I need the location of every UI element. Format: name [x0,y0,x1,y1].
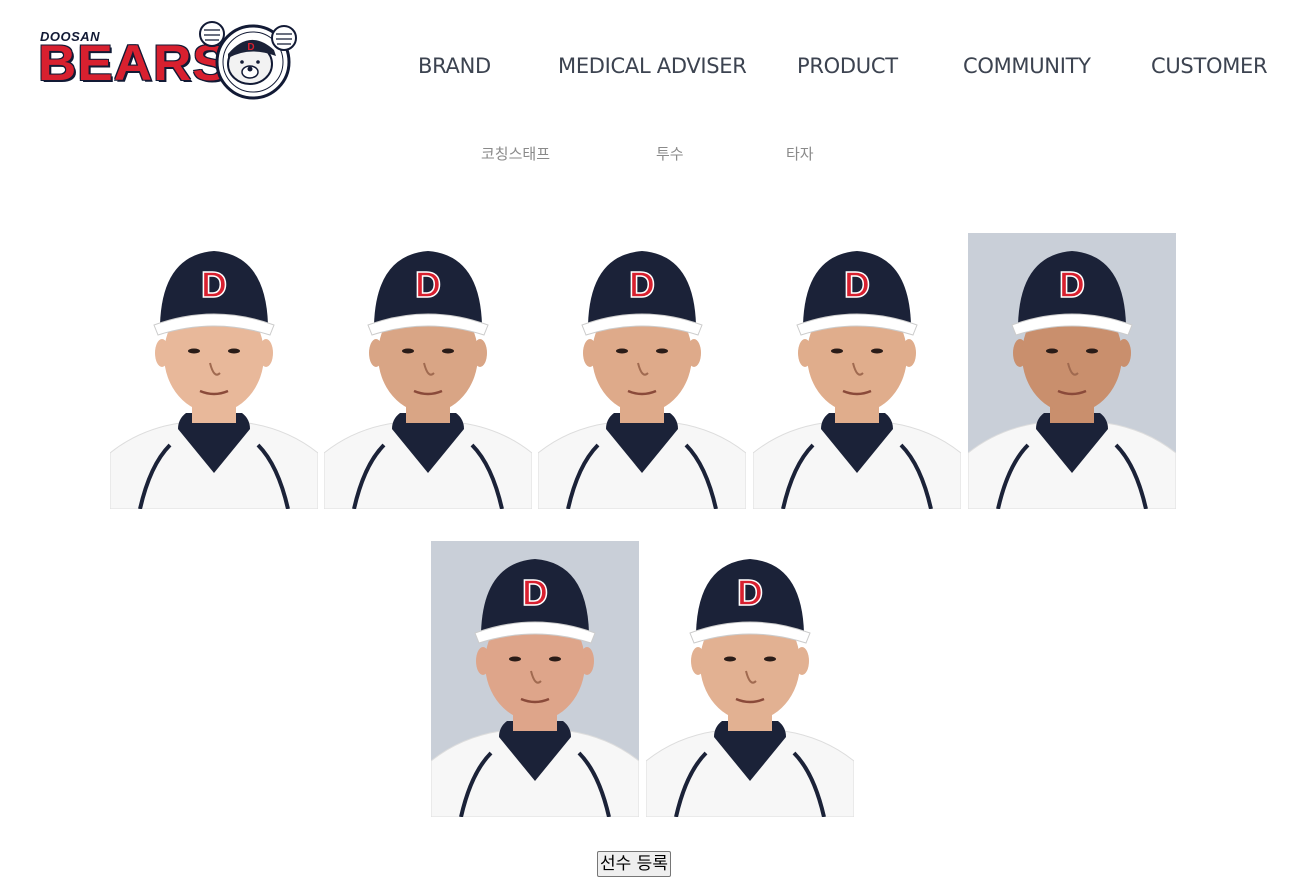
svg-text:D: D [415,264,441,305]
page: DOOSAN BEARS D BRAND MEDICAL ADVISER PRO… [0,0,1296,877]
nav-item-product[interactable]: PRODUCT [797,54,898,78]
staff-portrait-image: D [968,233,1176,509]
svg-text:D: D [522,572,548,613]
staff-portrait-image: D [753,233,961,509]
register-player-button[interactable]: 선수 등록 [597,851,671,877]
staff-photo[interactable]: D [968,233,1176,509]
svg-text:D: D [201,264,227,305]
staff-portrait-image: D [431,541,639,817]
svg-text:D: D [737,572,763,613]
svg-text:D: D [1059,264,1085,305]
doosan-bears-logo[interactable]: DOOSAN BEARS D [38,14,300,100]
staff-photo[interactable]: D [110,233,318,509]
tab-pitchers[interactable]: 투수 [656,143,684,164]
staff-portrait-image: D [324,233,532,509]
tab-batters[interactable]: 타자 [786,143,814,164]
nav-item-medical-adviser[interactable]: MEDICAL ADVISER [558,54,747,78]
staff-photo[interactable]: D [646,541,854,817]
staff-photo[interactable]: D [324,233,532,509]
staff-portrait-image: D [646,541,854,817]
nav-item-brand[interactable]: BRAND [418,54,491,78]
staff-photo[interactable]: D [753,233,961,509]
nav-item-community[interactable]: COMMUNITY [963,54,1091,78]
svg-text:D: D [629,264,655,305]
staff-photo[interactable]: D [431,541,639,817]
nav-item-customer[interactable]: CUSTOMER [1151,54,1268,78]
staff-portrait-image: D [110,233,318,509]
bear-mascot-icon: D [199,21,297,100]
svg-text:D: D [247,42,254,53]
staff-photo[interactable]: D [538,233,746,509]
tab-coaching-staff[interactable]: 코칭스태프 [481,143,550,164]
svg-text:D: D [844,264,870,305]
staff-portrait-image: D [538,233,746,509]
